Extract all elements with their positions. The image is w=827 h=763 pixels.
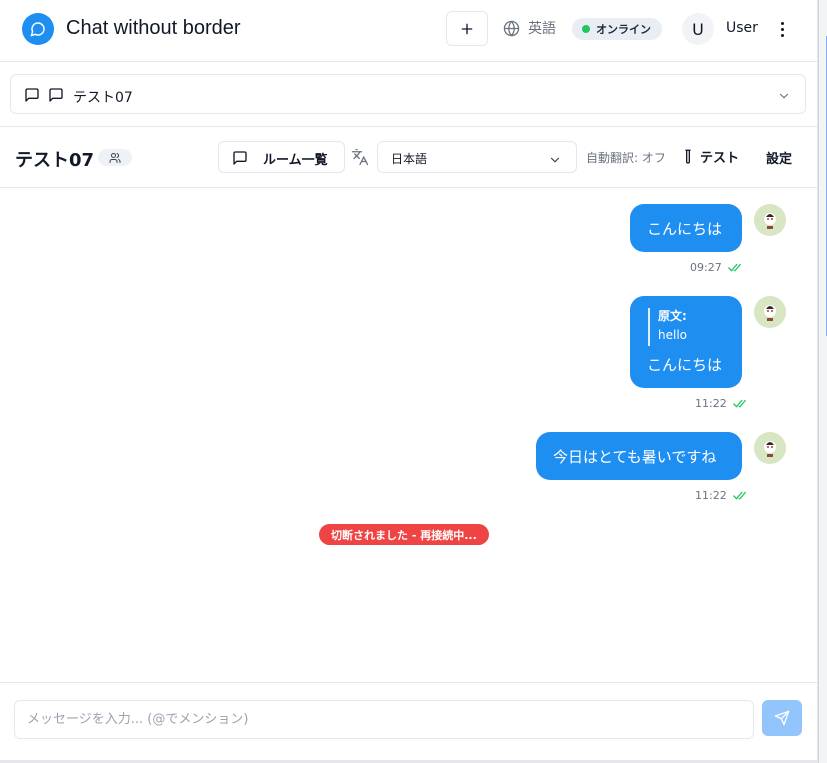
- users-icon: [109, 152, 121, 163]
- app-header: Chat without border 英語 オンライン U User: [0, 0, 818, 62]
- avatar-image-icon: [754, 204, 786, 236]
- members-button[interactable]: [98, 149, 132, 166]
- translation-language-select[interactable]: 日本語: [377, 141, 577, 173]
- user-name[interactable]: User: [726, 20, 758, 36]
- online-dot-icon: [582, 25, 590, 33]
- message-meta: 11:22: [695, 397, 747, 410]
- original-text-quote: 原文: hello: [648, 308, 687, 346]
- room-list-label: ルーム一覧: [263, 153, 328, 168]
- double-check-icon: [727, 263, 741, 272]
- chat-logo-icon: [22, 13, 54, 45]
- translate-icon: [351, 148, 369, 166]
- test-button[interactable]: テスト: [682, 147, 739, 166]
- message-input[interactable]: [14, 700, 754, 739]
- message-text: こんにちは: [647, 356, 723, 374]
- user-avatar[interactable]: U: [682, 13, 714, 45]
- quote-label: 原文:: [658, 309, 687, 323]
- double-check-icon: [732, 491, 746, 500]
- message-square-icon: [25, 88, 39, 102]
- quote-text: hello: [658, 328, 687, 342]
- more-menu-button[interactable]: [772, 17, 792, 41]
- test-label: テスト: [700, 151, 740, 166]
- message-time: 09:27: [690, 261, 722, 274]
- new-room-button[interactable]: [446, 11, 488, 46]
- message-bubble: 今日はとても暑いですね: [536, 432, 742, 480]
- online-status-badge: オンライン: [572, 18, 662, 40]
- sender-avatar[interactable]: [754, 204, 786, 236]
- room-selector-dropdown[interactable]: テスト07: [10, 74, 806, 114]
- send-icon: [774, 710, 790, 726]
- message-time: 11:22: [695, 397, 727, 410]
- message-square-icon: [49, 88, 63, 102]
- globe-icon: [503, 20, 520, 36]
- auto-translate-toggle[interactable]: 自動翻訳: オフ: [586, 149, 666, 166]
- settings-button[interactable]: 設定: [766, 148, 792, 167]
- chevron-down-icon: [550, 157, 560, 163]
- plus-icon: [461, 23, 473, 34]
- status-label: オンライン: [596, 23, 651, 36]
- message-meta: 09:27: [690, 261, 742, 274]
- connection-status-badge: 切断されました - 再接続中...: [319, 524, 489, 545]
- message-list[interactable]: こんにちは 09:27 原文: hello こんにちは 11:22 今日はとても…: [0, 189, 818, 682]
- message-square-icon: [233, 151, 247, 165]
- language-label: 英語: [528, 21, 556, 37]
- translation-language-value: 日本語: [391, 152, 428, 166]
- message-text: 今日はとても暑いですね: [553, 448, 717, 466]
- message-meta: 11:22: [695, 489, 747, 502]
- app-title: Chat without border: [66, 17, 241, 39]
- message-time: 11:22: [695, 489, 727, 502]
- room-toolbar: テスト07 ルーム一覧 日本語 自動翻訳: オフ テスト 設定: [0, 127, 818, 188]
- chevron-down-icon: [779, 93, 789, 99]
- message-bubble: 原文: hello こんにちは: [630, 296, 742, 388]
- send-button[interactable]: [762, 700, 802, 736]
- avatar-image-icon: [754, 296, 786, 328]
- message-composer: [0, 682, 818, 763]
- message-text: こんにちは: [647, 220, 723, 238]
- double-check-icon: [732, 399, 746, 408]
- avatar-image-icon: [754, 432, 786, 464]
- more-vertical-icon: [780, 21, 784, 25]
- room-title: テスト07: [15, 150, 95, 171]
- language-indicator[interactable]: 英語: [503, 18, 556, 38]
- window-edge: [818, 0, 827, 763]
- sender-avatar[interactable]: [754, 296, 786, 328]
- message-bubble: こんにちは: [630, 204, 742, 252]
- sender-avatar[interactable]: [754, 432, 786, 464]
- chat-app: Chat without border 英語 オンライン U User テスト0…: [0, 0, 818, 763]
- test-tube-icon: [685, 149, 691, 164]
- room-selector-value: テスト07: [73, 90, 133, 106]
- room-list-button[interactable]: ルーム一覧: [218, 141, 345, 173]
